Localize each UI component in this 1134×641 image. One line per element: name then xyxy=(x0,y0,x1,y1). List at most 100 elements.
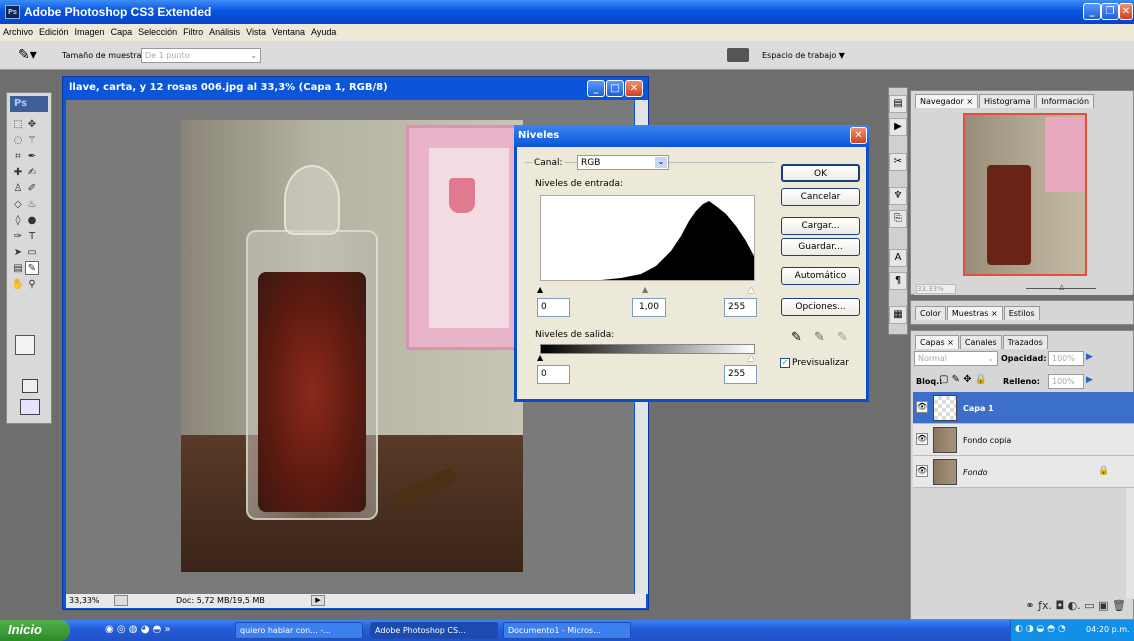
doc-maximize-button[interactable]: □ xyxy=(606,80,624,97)
menu-filtro[interactable]: Filtro xyxy=(180,24,206,37)
crop-tool-icon[interactable]: ⌗ xyxy=(11,150,25,164)
auto-button[interactable]: Automático xyxy=(781,267,860,285)
blend-mode-select[interactable]: Normal ⌄ xyxy=(914,351,998,366)
opacity-field[interactable]: 100% xyxy=(1048,351,1084,366)
taskbar-item-photoshop[interactable]: Adobe Photoshop CS... xyxy=(370,622,498,639)
menu-imagen[interactable]: Imagen xyxy=(72,24,108,37)
zoom-icon[interactable] xyxy=(114,595,128,606)
channel-select[interactable]: RGB ⌄ xyxy=(577,155,669,170)
zoom-level[interactable]: 33,33% xyxy=(69,596,100,605)
levels-close-button[interactable]: ✕ xyxy=(850,127,867,144)
doc-minimize-button[interactable]: _ xyxy=(587,80,605,97)
menu-edicion[interactable]: Edición xyxy=(36,24,72,37)
notes-tool-icon[interactable]: ▤ xyxy=(11,262,25,276)
menu-ayuda[interactable]: Ayuda xyxy=(308,24,339,37)
white-eyedropper-icon[interactable]: ✎ xyxy=(837,330,848,345)
eyedropper-icon[interactable]: ✎▾ xyxy=(18,47,37,63)
output-white-field[interactable]: 255 xyxy=(724,365,757,384)
black-point-handle[interactable]: ▲ xyxy=(537,285,543,294)
dodge-tool-icon[interactable]: ● xyxy=(25,214,39,228)
history-brush-icon[interactable]: ✐ xyxy=(25,182,39,196)
black-eyedropper-icon[interactable]: ✎ xyxy=(791,330,802,345)
close-button[interactable]: ✕ xyxy=(1119,3,1133,20)
workspace-icon[interactable] xyxy=(727,48,749,62)
type-tool-icon[interactable]: T xyxy=(25,230,39,244)
brushes-icon[interactable]: ♆ xyxy=(889,187,907,205)
quick-launch-icons[interactable]: ◉ ◎ ◍ ◕ ◓ » xyxy=(105,624,171,635)
tray-icons[interactable]: ◐ ◑ ◒ ◓ ◔ xyxy=(1015,624,1066,634)
fill-arrow-icon[interactable]: ▶ xyxy=(1086,375,1093,385)
photo-canvas[interactable] xyxy=(181,120,523,572)
save-button[interactable]: Guardar... xyxy=(781,238,860,256)
eraser-tool-icon[interactable]: ◇ xyxy=(11,198,25,212)
output-black-handle[interactable]: ▲ xyxy=(537,353,543,362)
tab-color[interactable]: Color xyxy=(915,306,946,320)
history-icon[interactable]: ▤ xyxy=(889,95,907,113)
sample-size-select[interactable]: De 1 punto ⌄ xyxy=(141,48,261,63)
input-gamma-field[interactable]: 1,00 xyxy=(632,298,666,317)
output-black-field[interactable]: 0 xyxy=(537,365,570,384)
layers-footer-icons[interactable]: ⚭ ƒx. ◘ ◐. ▭ ▣ 🗑 xyxy=(914,599,1132,619)
actions-icon[interactable]: ▶ xyxy=(889,118,907,136)
input-slider[interactable]: ▲ ▲ ▲ xyxy=(537,285,755,294)
tab-capas[interactable]: Capas × xyxy=(915,335,959,349)
taskbar-item-messenger[interactable]: quiero hablar con... -... xyxy=(235,622,363,639)
brush-tool-icon[interactable]: ✍ xyxy=(25,166,39,180)
healing-brush-icon[interactable]: ✚ xyxy=(11,166,25,180)
zoom-tool-icon[interactable]: ⚲ xyxy=(25,278,39,292)
channel-dropdown-icon[interactable]: ⌄ xyxy=(655,157,667,168)
minimize-button[interactable]: _ xyxy=(1083,3,1101,20)
layer-name[interactable]: Capa 1 xyxy=(963,404,994,413)
tab-estilos[interactable]: Estilos xyxy=(1003,306,1040,320)
visibility-eye-icon[interactable]: 👁 xyxy=(916,401,928,413)
ok-button[interactable]: OK xyxy=(781,164,860,182)
screen-mode-icon[interactable] xyxy=(20,399,40,415)
doc-close-button[interactable]: ✕ xyxy=(625,80,643,97)
cancel-button[interactable]: Cancelar xyxy=(781,188,860,206)
visibility-eye-icon[interactable]: 👁 xyxy=(916,465,928,477)
navigator-zoom-field[interactable]: 33.33% xyxy=(916,284,956,294)
magic-wand-icon[interactable]: ⚚ xyxy=(25,134,39,148)
paint-bucket-icon[interactable]: ♨ xyxy=(25,198,39,212)
blur-tool-icon[interactable]: ◊ xyxy=(11,214,25,228)
restore-button[interactable]: ❐ xyxy=(1101,3,1119,20)
layer-name[interactable]: Fondo xyxy=(963,468,988,477)
tab-trazados[interactable]: Trazados xyxy=(1002,335,1048,349)
menu-capa[interactable]: Capa xyxy=(108,24,136,37)
menu-archivo[interactable]: Archivo xyxy=(0,24,36,37)
menu-analisis[interactable]: Análisis xyxy=(206,24,243,37)
menu-ventana[interactable]: Ventana xyxy=(269,24,308,37)
clone-source-icon[interactable]: ⎘ xyxy=(889,210,907,228)
fill-field[interactable]: 100% xyxy=(1048,374,1084,389)
marquee-tool-icon[interactable]: ⬚ xyxy=(11,118,25,132)
navigator-zoom-handle[interactable]: △ xyxy=(1059,283,1064,291)
layer-comps-icon[interactable]: ▦ xyxy=(889,306,907,324)
white-point-handle[interactable]: ▲ xyxy=(748,285,754,294)
gray-eyedropper-icon[interactable]: ✎ xyxy=(814,330,825,345)
lock-icons[interactable]: ▢ ✎ ✥ 🔒 xyxy=(939,374,987,385)
foreground-color-swatch[interactable] xyxy=(15,335,35,355)
eyedropper-tool-icon[interactable]: ✒ xyxy=(25,150,39,164)
menu-vista[interactable]: Vista xyxy=(243,24,269,37)
paragraph-icon[interactable]: ¶ xyxy=(889,272,907,290)
tab-histograma[interactable]: Histograma xyxy=(979,94,1036,108)
layer-name[interactable]: Fondo copia xyxy=(963,436,1011,445)
visibility-eye-icon[interactable]: 👁 xyxy=(916,433,928,445)
path-selection-icon[interactable]: ➤ xyxy=(11,246,25,260)
start-button[interactable]: Inicio xyxy=(0,620,70,641)
load-button[interactable]: Cargar... xyxy=(781,217,860,235)
shape-tool-icon[interactable]: ▭ xyxy=(25,246,39,260)
workspace-menu[interactable]: Espacio de trabajo ▼ xyxy=(762,51,845,60)
move-tool-icon[interactable]: ✥ xyxy=(25,118,39,132)
tab-informacion[interactable]: Información xyxy=(1036,94,1095,108)
tab-muestras[interactable]: Muestras × xyxy=(946,306,1003,320)
opacity-arrow-icon[interactable]: ▶ xyxy=(1086,352,1093,362)
navigator-preview[interactable] xyxy=(963,113,1087,276)
lasso-tool-icon[interactable]: ◌ xyxy=(11,134,25,148)
quick-mask-icon[interactable] xyxy=(22,379,38,393)
hand-tool-icon[interactable]: ✋ xyxy=(11,278,25,292)
character-icon[interactable]: A xyxy=(889,249,907,267)
layer-row[interactable]: 👁 Fondo 🔒 xyxy=(913,456,1134,488)
preview-checkbox[interactable]: ✓ xyxy=(780,358,790,368)
options-button[interactable]: Opciones... xyxy=(781,298,860,316)
